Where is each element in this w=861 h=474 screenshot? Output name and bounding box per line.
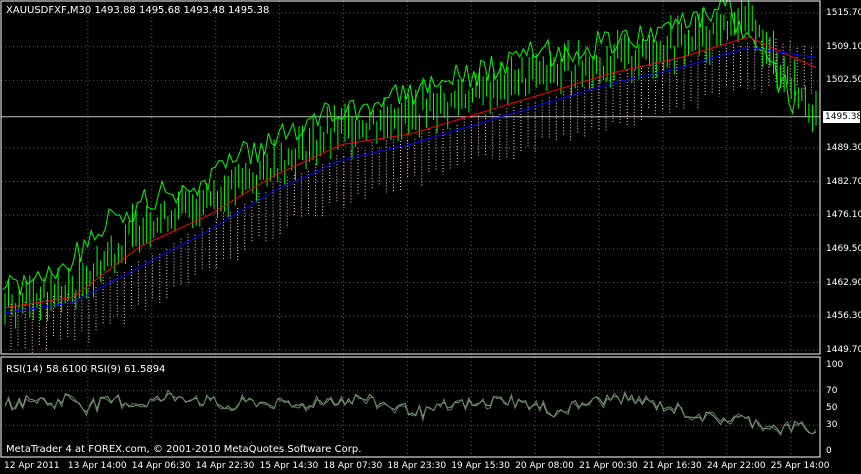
price-tick-label: 1515.70 bbox=[826, 8, 861, 18]
price-tick-label: 1482.70 bbox=[826, 176, 861, 187]
time-tick-label: 21 Apr 16:30 bbox=[643, 461, 702, 471]
rsi-14-line bbox=[4, 391, 817, 435]
price-tick-label: 1449.70 bbox=[826, 345, 861, 355]
rsi-tick-label: 30 bbox=[826, 420, 838, 431]
time-tick-label: 24 Apr 22:00 bbox=[706, 461, 766, 471]
time-tick-label: 14 Apr 22:30 bbox=[195, 461, 255, 471]
time-tick-label: 13 Apr 14:00 bbox=[67, 461, 127, 471]
tenkan-sen-line bbox=[4, 36, 817, 309]
time-tick-label: 12 Apr 2011 bbox=[4, 461, 60, 471]
time-tick-label: 15 Apr 14:30 bbox=[259, 461, 319, 471]
price-tick-label: 1489.30 bbox=[826, 142, 861, 153]
grid-lines bbox=[1, 1, 820, 457]
rsi-tick-label: 0 bbox=[826, 446, 832, 456]
panel-borders bbox=[0, 0, 821, 458]
rsi-tick-label: 50 bbox=[826, 403, 838, 413]
time-tick-label: 21 Apr 00:30 bbox=[579, 461, 638, 471]
price-tick-label: 1509.10 bbox=[826, 41, 861, 52]
time-tick-label: 18 Apr 07:30 bbox=[323, 461, 383, 471]
rsi-9-line bbox=[4, 389, 817, 437]
ichimoku-cloud bbox=[10, 39, 812, 354]
price-tick-label: 1476.10 bbox=[826, 210, 861, 221]
price-tick-label: 1462.90 bbox=[826, 277, 861, 288]
time-tick-label: 25 Apr 14:00 bbox=[770, 461, 830, 471]
price-tick-label: 1502.50 bbox=[826, 75, 861, 86]
rsi-lines bbox=[4, 389, 817, 437]
current-price-label: 1495.38 bbox=[823, 110, 861, 123]
symbol-header: XAUUSDFXF,M30 1493.88 1495.68 1493.48 14… bbox=[6, 5, 270, 16]
price-bars bbox=[4, 0, 817, 329]
metatrader-chart-window[interactable]: XAUUSDFXF,M30 1493.88 1495.68 1493.48 14… bbox=[0, 0, 861, 474]
time-tick-label: 18 Apr 23:30 bbox=[387, 461, 447, 471]
price-tick-label: 1456.30 bbox=[826, 311, 861, 322]
time-tick-label: 14 Apr 06:30 bbox=[131, 461, 191, 471]
rsi-tick-label: 100 bbox=[826, 360, 844, 370]
chart-canvas[interactable] bbox=[0, 0, 861, 474]
copyright-notice: MetaTrader 4 at FOREX.com, © 2001-2010 M… bbox=[6, 444, 362, 455]
time-tick-label: 20 Apr 08:00 bbox=[515, 461, 574, 471]
main-panel-border bbox=[0, 0, 821, 355]
price-tick-label: 1469.50 bbox=[826, 243, 861, 254]
time-tick-label: 19 Apr 15:30 bbox=[451, 461, 510, 471]
rsi-tick-label: 70 bbox=[826, 385, 838, 396]
rsi-title: RSI(14) 58.6100 RSI(9) 61.5894 bbox=[6, 364, 166, 375]
